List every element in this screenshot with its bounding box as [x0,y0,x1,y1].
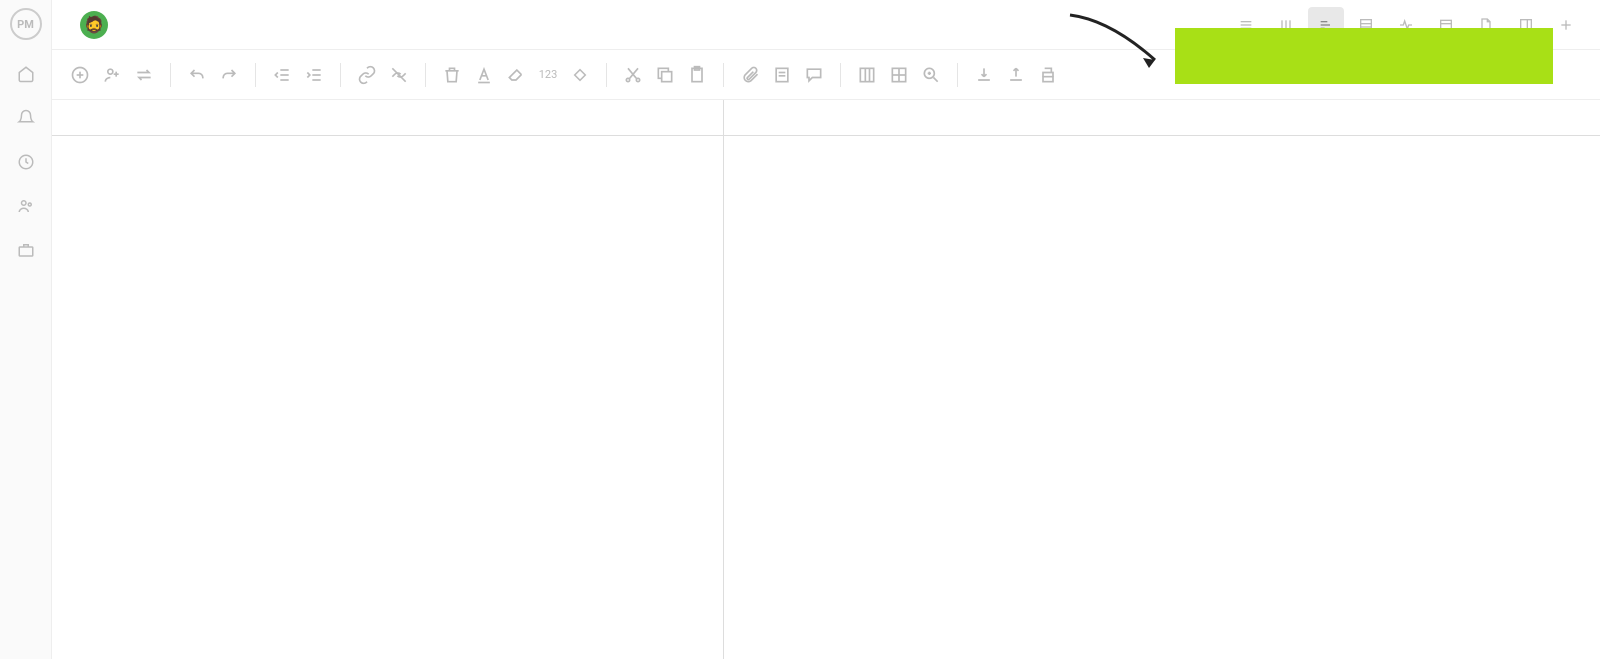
zoom-icon[interactable] [919,63,943,87]
diamond-icon[interactable] [568,63,592,87]
comment-icon[interactable] [802,63,826,87]
notes-icon[interactable] [770,63,794,87]
swap-icon[interactable] [132,63,156,87]
add-user-icon[interactable] [100,63,124,87]
eraser-icon[interactable] [504,63,528,87]
team-icon[interactable] [16,196,36,216]
notifications-icon[interactable] [16,108,36,128]
print-icon[interactable] [1036,63,1060,87]
task-grid [52,100,724,659]
import-icon[interactable] [972,63,996,87]
attach-icon[interactable] [738,63,762,87]
text-color-icon[interactable] [472,63,496,87]
clock-icon[interactable] [16,152,36,172]
indent-icon[interactable] [302,63,326,87]
trash-icon[interactable] [440,63,464,87]
redo-icon[interactable] [217,63,241,87]
cut-icon[interactable] [621,63,645,87]
export-icon[interactable] [1004,63,1028,87]
copy-icon[interactable] [653,63,677,87]
paste-icon[interactable] [685,63,709,87]
gantt-timeline-header [724,100,1600,136]
briefcase-icon[interactable] [16,240,36,260]
outdent-icon[interactable] [270,63,294,87]
gantt-chart[interactable] [724,100,1600,659]
grid-icon[interactable] [887,63,911,87]
avatar[interactable]: 🧔 [80,11,108,39]
app-logo[interactable]: PM [10,8,42,40]
undo-icon[interactable] [185,63,209,87]
grid-header [52,100,723,136]
left-sidebar: PM [0,0,52,659]
columns-icon[interactable] [855,63,879,87]
add-task-icon[interactable] [68,63,92,87]
unlink-icon[interactable] [387,63,411,87]
link-icon[interactable] [355,63,379,87]
home-icon[interactable] [16,64,36,84]
view-add-icon[interactable] [1548,7,1584,43]
number-icon[interactable]: 123 [536,63,560,87]
start-free-trial-button[interactable] [1175,28,1553,84]
